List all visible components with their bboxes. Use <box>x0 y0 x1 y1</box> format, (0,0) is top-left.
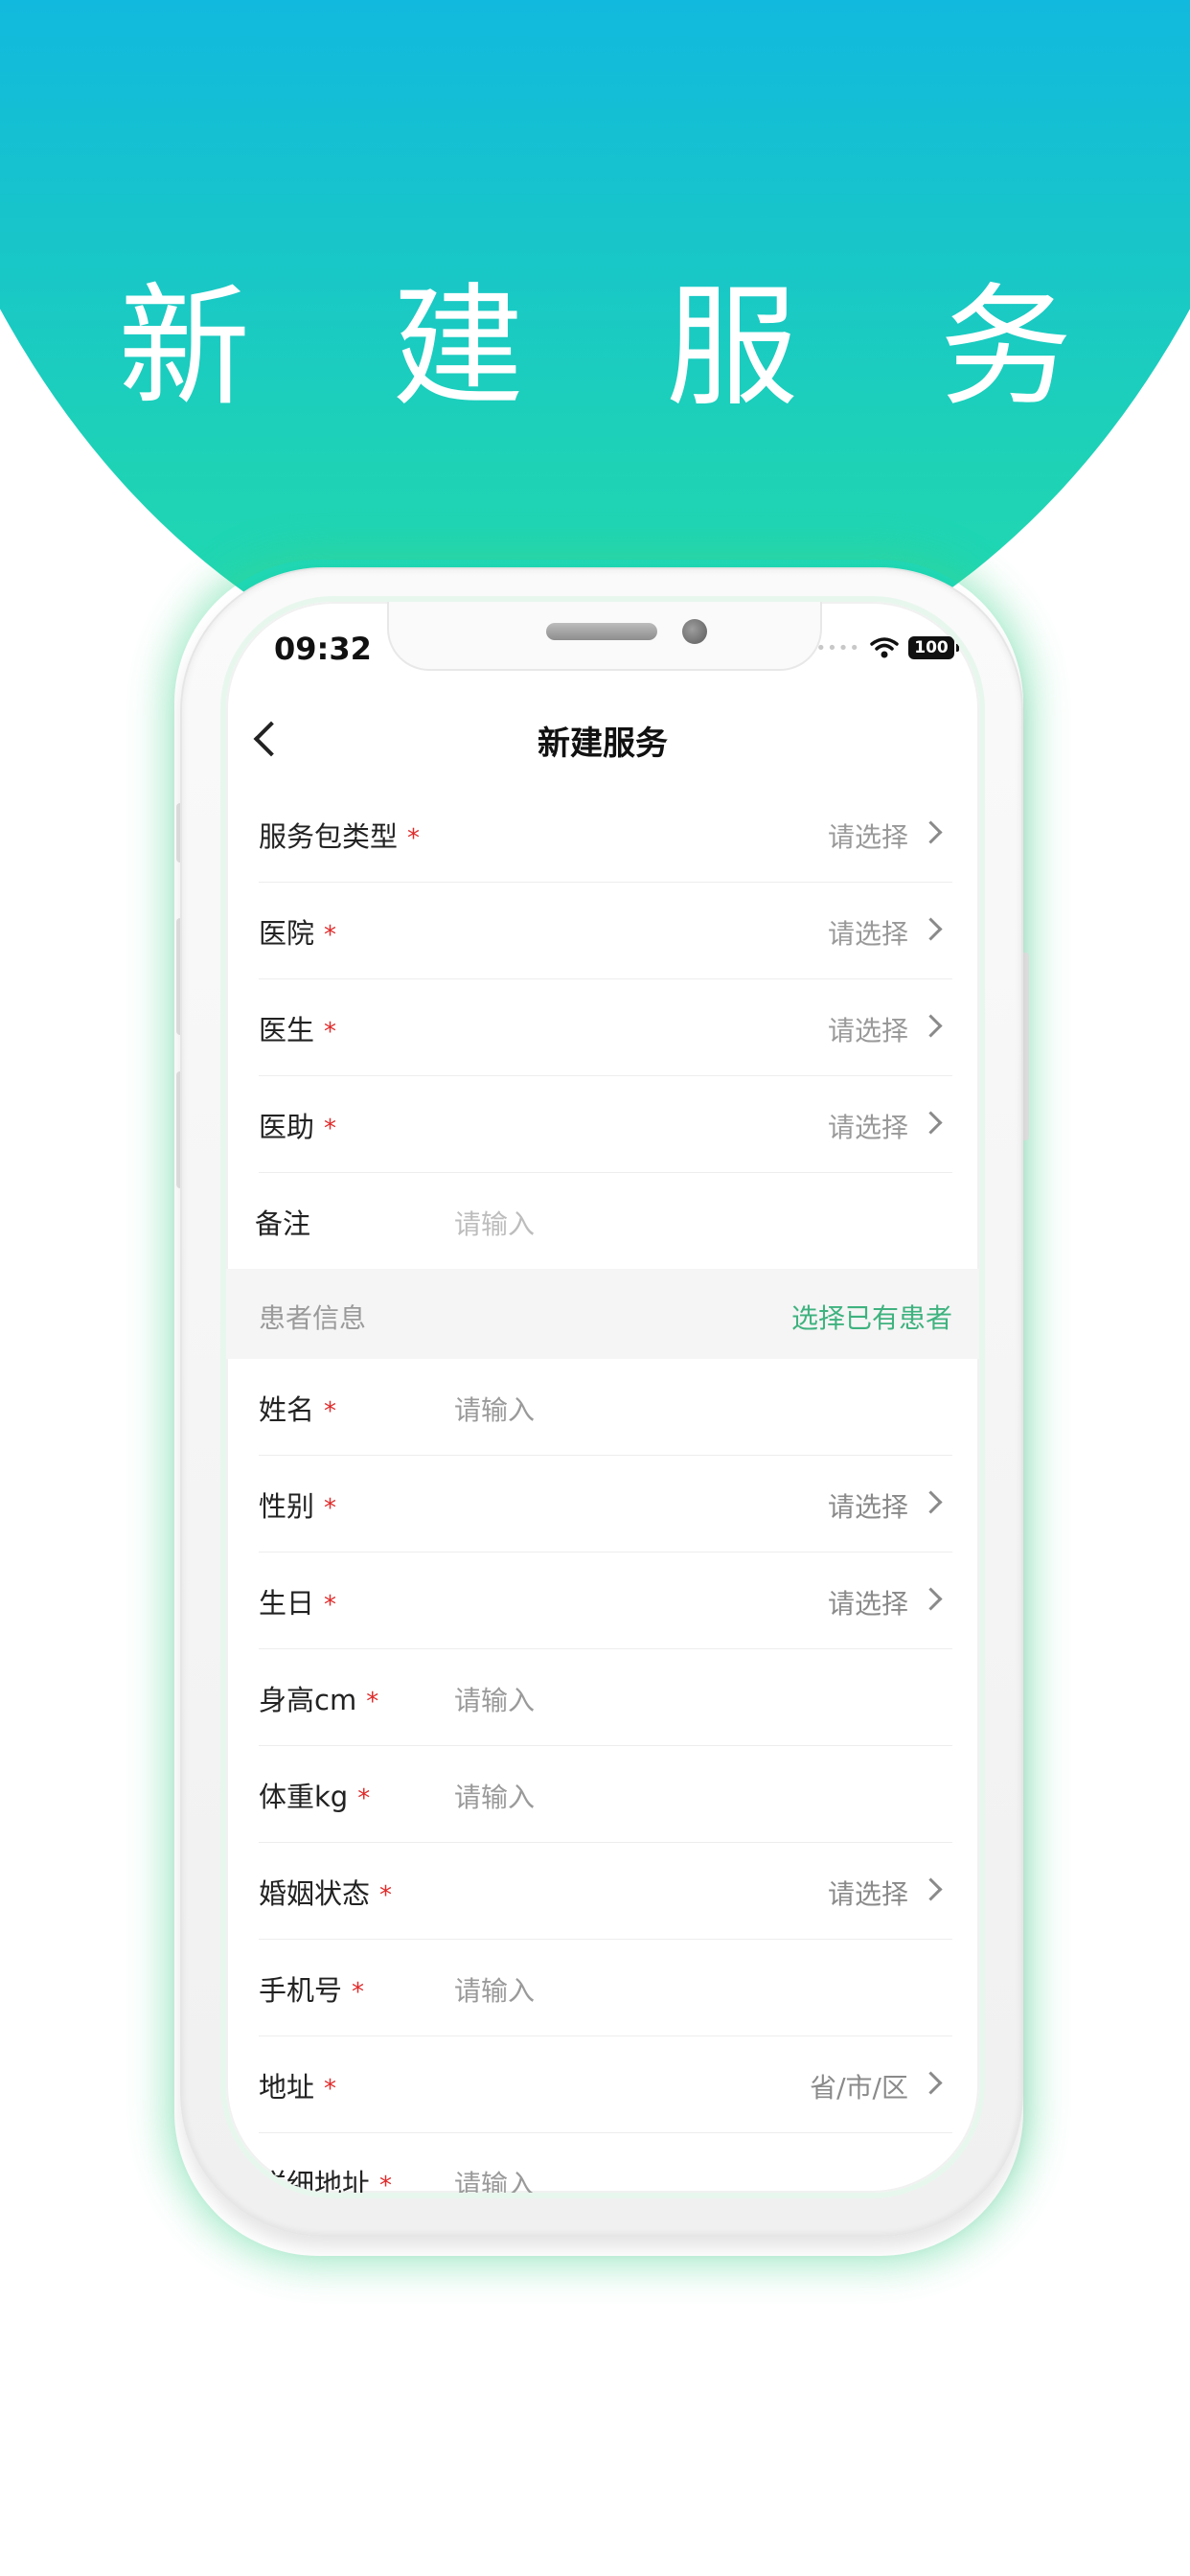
select-value: 请选择 <box>827 1015 908 1046</box>
status-time: 09:32 <box>274 631 372 667</box>
height-input[interactable]: 请输入 <box>454 1680 535 1718</box>
row-gender[interactable]: 性别 * 请选择 <box>259 1456 952 1552</box>
row-service-package-type[interactable]: 服务包类型 * 请选择 <box>259 786 952 883</box>
row-detail-address[interactable]: 详细地址 * 请输入 <box>259 2133 952 2193</box>
row-remark[interactable]: 备注 请输入 <box>255 1173 952 1269</box>
required-mark: * <box>352 1978 365 2007</box>
status-icons: •••• 100 <box>815 636 959 659</box>
row-label: 地址 * <box>259 2071 337 2104</box>
row-name[interactable]: 姓名 * 请输入 <box>259 1359 952 1456</box>
required-mark: * <box>366 1688 379 1716</box>
select-existing-patient-link[interactable]: 选择已有患者 <box>791 1298 952 1336</box>
select-value: 请选择 <box>827 1112 908 1143</box>
phone-input[interactable]: 请输入 <box>454 1970 535 2009</box>
row-weight[interactable]: 体重kg * 请输入 <box>259 1746 952 1843</box>
select-value: 请选择 <box>827 918 908 950</box>
required-mark: * <box>324 2075 337 2104</box>
weight-input[interactable]: 请输入 <box>454 1777 535 1815</box>
required-mark: * <box>379 2172 393 2193</box>
chevron-right-icon <box>919 820 943 844</box>
row-label: 服务包类型 * <box>259 820 421 853</box>
section-title: 患者信息 <box>259 1302 367 1334</box>
row-label: 医助 * <box>259 1111 337 1143</box>
earpiece-speaker <box>546 623 657 640</box>
chevron-right-icon <box>919 1587 943 1611</box>
form: 服务包类型 * 请选择 医院 * 请选择 医生 * 请选择 医助 * 请选择 备注 <box>226 786 979 2193</box>
row-doctor[interactable]: 医生 * 请选择 <box>259 979 952 1076</box>
select-value: 请选择 <box>827 821 908 853</box>
row-label: 婚姻状态 * <box>259 1877 393 1910</box>
row-label: 性别 * <box>259 1490 337 1523</box>
chevron-right-icon <box>919 1877 943 1901</box>
detail-address-input[interactable]: 请输入 <box>454 2164 535 2193</box>
remark-input[interactable]: 请输入 <box>454 1204 535 1242</box>
chevron-right-icon <box>919 1014 943 1038</box>
select-value: 请选择 <box>827 1491 908 1523</box>
row-label: 备注 <box>255 1208 311 1240</box>
row-phone[interactable]: 手机号 * 请输入 <box>259 1940 952 2036</box>
row-label: 身高cm * <box>259 1684 379 1716</box>
chevron-right-icon <box>919 1490 943 1514</box>
hero-title: 新 建 服 务 <box>118 270 1122 425</box>
row-label: 手机号 * <box>259 1974 365 2007</box>
phone-screen: 09:32 •••• 100 新建服务 服务包类型* 请选择 医院* 请选择 <box>226 602 979 2193</box>
chevron-right-icon <box>919 2071 943 2095</box>
row-label: 医生 * <box>259 1014 337 1046</box>
required-mark: * <box>379 1881 393 1910</box>
battery-icon: 100 <box>908 636 959 659</box>
marketing-canvas: 新 建 服 务 09:32 •••• 100 新建服务 服务包类型 * 请选择 … <box>0 0 1190 2576</box>
chevron-right-icon <box>919 917 943 941</box>
required-mark: * <box>324 1397 337 1426</box>
row-label: 体重kg * <box>259 1781 371 1813</box>
wifi-icon <box>870 637 899 658</box>
required-mark: * <box>324 1591 337 1620</box>
row-label: 详细地址 * <box>259 2162 392 2193</box>
signal-dots-icon: •••• <box>815 637 860 658</box>
row-hospital[interactable]: 医院 * 请选择 <box>259 883 952 979</box>
page-title: 新建服务 <box>538 724 668 763</box>
chevron-right-icon <box>919 1111 943 1135</box>
row-label: 生日 * <box>259 1587 337 1620</box>
row-height[interactable]: 身高cm * 请输入 <box>259 1649 952 1746</box>
select-value: 省/市/区 <box>810 2072 908 2104</box>
row-assistant[interactable]: 医助 * 请选择 <box>259 1076 952 1173</box>
required-mark: * <box>324 1018 337 1046</box>
required-mark: * <box>324 1115 337 1143</box>
row-label: 医院 * <box>259 917 337 950</box>
row-marital-status[interactable]: 婚姻状态 * 请选择 <box>259 1843 952 1940</box>
front-camera <box>682 619 707 644</box>
required-mark: * <box>324 921 337 950</box>
required-mark: * <box>357 1784 371 1813</box>
select-value: 请选择 <box>827 1588 908 1620</box>
row-label: 姓名 * <box>259 1393 337 1426</box>
patient-section-header: 患者信息 选择已有患者 <box>226 1269 979 1359</box>
required-mark: * <box>407 824 421 853</box>
required-mark: * <box>324 1494 337 1523</box>
row-address[interactable]: 地址 * 省/市/区 <box>259 2036 952 2133</box>
select-value: 请选择 <box>827 1878 908 1910</box>
nav-bar: 新建服务 <box>226 705 979 782</box>
row-birthday[interactable]: 生日 * 请选择 <box>259 1552 952 1649</box>
name-input[interactable]: 请输入 <box>454 1390 535 1428</box>
